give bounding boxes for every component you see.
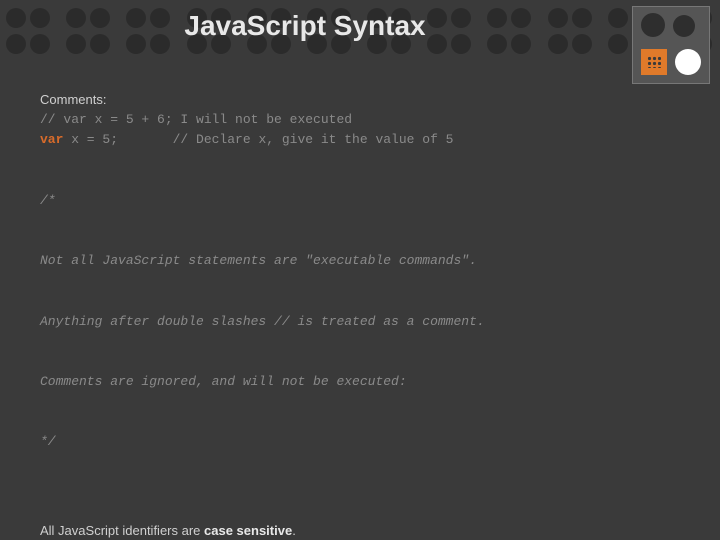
slide-content: Comments: // var x = 5 + 6; I will not b… [40, 90, 680, 540]
slide-title: JavaScript Syntax [0, 10, 610, 42]
slide: JavaScript Syntax Comments: // var x = 5… [0, 0, 720, 540]
code-var-rest: x = 5; [63, 132, 118, 147]
text-fragment: All JavaScript identifiers are [40, 523, 204, 538]
block-comment-line: Not all JavaScript statements are "execu… [40, 251, 680, 271]
block-comment-line: Anything after double slashes // is trea… [40, 312, 680, 332]
text-fragment: . [292, 523, 296, 538]
code-commented-line: // var x = 5 + 6; I will not be executed [40, 110, 680, 130]
block-comment-line: */ [40, 432, 680, 452]
text-bold: case sensitive [204, 523, 292, 538]
code-var-declaration: var x = 5; // Declare x, give it the val… [40, 130, 680, 150]
code-block-comment: /* Not all JavaScript statements are "ex… [40, 150, 680, 492]
block-comment-line: Comments are ignored, and will not be ex… [40, 372, 680, 392]
code-var-inline-comment: // Declare x, give it the value of 5 [118, 132, 453, 147]
case-sensitive-text: All JavaScript identifiers are case sens… [40, 521, 680, 540]
logo-icon [632, 6, 710, 84]
comments-heading: Comments: [40, 90, 680, 110]
block-comment-line: /* [40, 191, 680, 211]
keyword-var: var [40, 132, 63, 147]
